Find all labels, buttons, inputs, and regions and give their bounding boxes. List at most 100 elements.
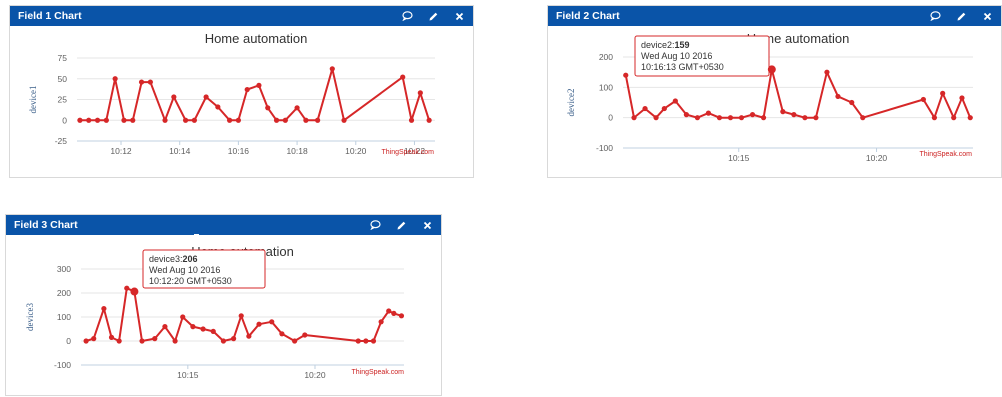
field-1-chart-widget: Field 1 Chart Home automation -25 0 25 50 75 1… <box>9 5 474 178</box>
data-point <box>230 336 237 342</box>
data-point <box>408 117 415 123</box>
data-point <box>813 115 819 121</box>
data-point <box>341 117 347 123</box>
data-point <box>269 319 275 325</box>
tooltip-time: 10:16:13 GMT+0530 <box>641 62 724 72</box>
data-point <box>226 117 233 123</box>
data-point <box>727 115 734 121</box>
x-tick-label: 10:20 <box>345 146 367 156</box>
field-2-chart-widget: Field 2 Chart Home automation -100 0 100 200… <box>547 5 1002 178</box>
data-point <box>108 334 115 340</box>
data-point <box>162 117 168 123</box>
data-point <box>378 319 384 325</box>
data-point <box>162 324 168 330</box>
data-point <box>235 117 241 123</box>
data-point <box>101 306 107 312</box>
data-point <box>303 117 309 123</box>
data-point <box>951 115 957 121</box>
data-point <box>920 96 926 103</box>
data-point <box>220 338 227 344</box>
comment-icon[interactable] <box>369 219 381 231</box>
data-point <box>791 112 797 118</box>
data-point <box>147 79 153 85</box>
data-point <box>191 117 197 123</box>
data-point <box>653 115 659 121</box>
pencil-icon[interactable] <box>427 10 439 22</box>
tooltip-series-label: device2:159 <box>641 40 690 50</box>
y-axis-label: device3 <box>25 303 35 331</box>
series-line <box>79 67 431 122</box>
data-point <box>940 90 946 96</box>
x-tick-label: 10:20 <box>304 370 326 380</box>
highlighted-point <box>130 287 139 296</box>
highlighted-point <box>767 65 776 74</box>
data-point <box>294 105 300 111</box>
data-point <box>391 310 397 316</box>
widget-title: Field 3 Chart <box>14 219 78 231</box>
x-tick-label: 10:18 <box>286 146 308 156</box>
y-tick-label: 100 <box>599 82 613 92</box>
close-icon[interactable] <box>453 10 465 22</box>
credit-label: ThingSpeak.com <box>919 151 972 158</box>
data-point <box>683 112 689 118</box>
data-point <box>738 115 745 121</box>
data-point <box>256 82 262 88</box>
y-tick-label: 75 <box>58 53 68 63</box>
data-point <box>329 66 335 72</box>
data-point <box>215 104 221 110</box>
y-tick-label: 300 <box>57 264 71 274</box>
widget-header: Field 3 Chart <box>6 215 441 235</box>
x-tick-label: 10:15 <box>728 153 750 163</box>
data-point <box>355 338 361 344</box>
y-tick-label: 0 <box>608 113 613 123</box>
data-point <box>180 314 186 320</box>
data-point <box>238 313 244 319</box>
x-tick-label: 10:16 <box>228 146 250 156</box>
data-point <box>171 94 177 100</box>
credit-label: ThingSpeak.com <box>351 369 404 376</box>
data-point <box>152 336 158 342</box>
series-line <box>85 287 402 342</box>
x-tick-label: 10:15 <box>177 370 199 380</box>
data-point <box>138 79 145 85</box>
data-point <box>860 115 866 121</box>
data-point <box>398 313 405 319</box>
data-point <box>315 117 321 123</box>
data-point <box>967 115 973 121</box>
data-point <box>279 331 285 337</box>
data-point <box>83 338 89 344</box>
field-3-chart-widget: Field 3 Chart Home automation-1000100200… <box>5 214 442 396</box>
data-point <box>802 115 808 121</box>
y-tick-label: 0 <box>62 115 67 125</box>
comment-icon[interactable] <box>929 10 941 22</box>
data-point <box>265 105 271 111</box>
data-point <box>139 338 145 344</box>
data-point <box>386 308 392 314</box>
widget-header: Field 2 Chart <box>548 6 1001 26</box>
data-point <box>363 338 369 344</box>
data-point <box>661 105 667 112</box>
tooltip-series: device2: <box>641 40 675 50</box>
pencil-icon[interactable] <box>955 10 967 22</box>
tooltip-series: device3: <box>149 254 183 264</box>
credit-label: ThingSpeak.com <box>381 149 434 156</box>
data-point <box>370 338 377 344</box>
y-tick-label: -100 <box>54 360 71 370</box>
data-point <box>672 98 678 104</box>
pencil-icon[interactable] <box>395 219 407 231</box>
x-tick-label: 10:14 <box>169 146 191 156</box>
data-point <box>86 117 92 123</box>
widget-header: Field 1 Chart <box>10 6 473 26</box>
close-icon[interactable] <box>421 219 433 231</box>
tooltip-time: 10:12:20 GMT+0530 <box>149 276 232 286</box>
data-point <box>182 117 189 123</box>
x-tick-label: 10:20 <box>866 153 888 163</box>
comment-icon[interactable] <box>401 10 413 22</box>
data-point <box>130 117 136 123</box>
data-point <box>112 76 118 82</box>
close-icon[interactable] <box>981 10 993 22</box>
data-point <box>200 326 206 332</box>
data-point <box>631 115 637 121</box>
data-point <box>91 336 97 342</box>
data-point <box>959 95 965 101</box>
